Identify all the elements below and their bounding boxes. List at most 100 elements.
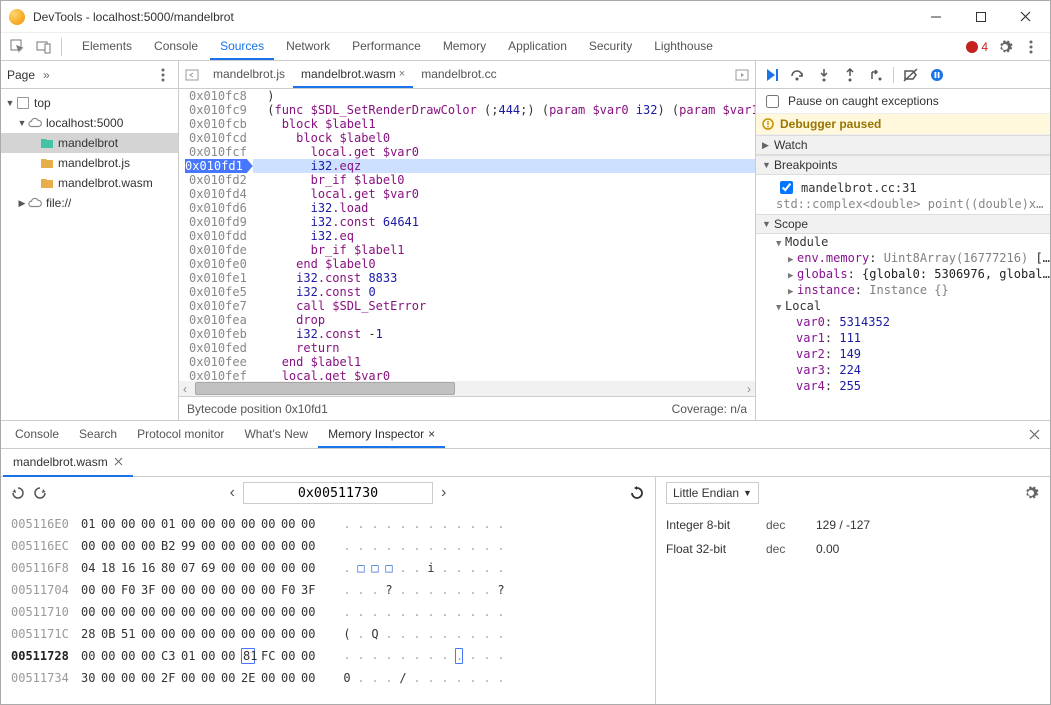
settings-gear-icon[interactable] xyxy=(996,38,1014,56)
gutter-line[interactable]: 0x010fc8 xyxy=(185,89,247,103)
tab-memory[interactable]: Memory xyxy=(433,33,496,60)
hex-row[interactable]: 00511734300000002F0000002E0000000.../...… xyxy=(11,667,645,689)
hex-row[interactable]: 005116E0010000000100000000000000........… xyxy=(11,513,645,535)
gutter-line[interactable]: 0x010fea xyxy=(185,313,247,327)
code-line[interactable]: (func $SDL_SetRenderDrawColor (;444;) (p… xyxy=(253,103,755,117)
hex-row[interactable]: 00511710000000000000000000000000........… xyxy=(11,601,645,623)
gutter-line[interactable]: 0x010fe0 xyxy=(185,257,247,271)
gutter-line[interactable]: 0x010fe5 xyxy=(185,285,247,299)
breakpoints-section[interactable]: ▼Breakpoints xyxy=(756,155,1050,175)
tab-sources[interactable]: Sources xyxy=(210,33,274,60)
value-settings-icon[interactable] xyxy=(1022,484,1040,502)
hex-row[interactable]: 005116EC00000000B299000000000000........… xyxy=(11,535,645,557)
tab-elements[interactable]: Elements xyxy=(72,33,142,60)
page-next-icon[interactable]: › xyxy=(441,484,446,502)
code-line[interactable]: drop xyxy=(253,313,755,327)
gutter-line[interactable]: 0x010feb xyxy=(185,327,247,341)
close-icon[interactable]: × xyxy=(399,68,405,80)
gutter-line[interactable]: 0x010fcf xyxy=(185,145,247,159)
tab-application[interactable]: Application xyxy=(498,33,577,60)
scope-var[interactable]: var2: 149 xyxy=(756,346,1050,362)
drawer-tab-protocol-monitor[interactable]: Protocol monitor xyxy=(127,421,234,448)
scope-var[interactable]: var4: 255 xyxy=(756,378,1050,394)
tab-performance[interactable]: Performance xyxy=(342,33,431,60)
endianness-select[interactable]: Little Endian▼ xyxy=(666,482,759,504)
code-line[interactable]: call $SDL_SetError xyxy=(253,299,755,313)
breakpoint-item[interactable]: mandelbrot.cc:31 std::complex<double> po… xyxy=(756,175,1050,214)
filetree-file-scheme[interactable]: ▶ file:// xyxy=(1,193,178,213)
code-line[interactable]: block $label1 xyxy=(253,117,755,131)
gutter-line[interactable]: 0x010fe1 xyxy=(185,271,247,285)
drawer-close-icon[interactable] xyxy=(1022,423,1046,447)
hex-row[interactable]: 0051171C280B51000000000000000000(.Q.....… xyxy=(11,623,645,645)
breakpoint-checkbox[interactable] xyxy=(780,181,793,194)
editor-tab-mandelbrot-js[interactable]: mandelbrot.js xyxy=(205,62,293,88)
tab-security[interactable]: Security xyxy=(579,33,642,60)
code-line[interactable]: i32.eq xyxy=(253,229,755,243)
code-line[interactable]: end $label1 xyxy=(253,355,755,369)
file-mandelbrot-wasm[interactable]: mandelbrot.wasm xyxy=(1,173,178,193)
step-over-button[interactable] xyxy=(786,63,810,87)
code-line[interactable]: i32.const 8833 xyxy=(253,271,755,285)
code-line[interactable]: br_if $label1 xyxy=(253,243,755,257)
close-icon[interactable] xyxy=(114,457,123,466)
gutter-line[interactable]: 0x010fef xyxy=(185,369,247,381)
tab-network[interactable]: Network xyxy=(276,33,340,60)
minimize-button[interactable] xyxy=(913,2,958,32)
close-icon[interactable]: × xyxy=(428,427,435,441)
history-forward-icon[interactable] xyxy=(33,486,47,500)
refresh-icon[interactable] xyxy=(629,485,645,501)
file-mandelbrot[interactable]: mandelbrot xyxy=(1,133,178,153)
scope-env[interactable]: ▶env.memory: Uint8Array(16777216) [101, … xyxy=(756,250,1050,266)
gutter-line[interactable]: 0x010fed xyxy=(185,341,247,355)
gutter-line[interactable]: 0x010fee xyxy=(185,355,247,369)
device-mode-icon[interactable] xyxy=(31,34,57,60)
page-tab[interactable]: Page xyxy=(7,68,35,82)
tab-lighthouse[interactable]: Lighthouse xyxy=(644,33,723,60)
page-prev-icon[interactable]: ‹ xyxy=(230,484,235,502)
editor-horizontal-scrollbar[interactable]: ‹ › xyxy=(179,381,755,396)
deactivate-breakpoints-button[interactable] xyxy=(899,63,923,87)
code-line[interactable]: local.get $var0 xyxy=(253,187,755,201)
more-tabs-icon[interactable]: » xyxy=(43,68,50,82)
step-out-button[interactable] xyxy=(838,63,862,87)
scope-local[interactable]: ▼Local xyxy=(756,298,1050,314)
gutter-line[interactable]: 0x010fcb xyxy=(185,117,247,131)
code-line[interactable]: block $label0 xyxy=(253,131,755,145)
close-button[interactable] xyxy=(1003,2,1048,32)
gutter-line[interactable]: 0x010fe7 xyxy=(185,299,247,313)
scope-var[interactable]: var1: 111 xyxy=(756,330,1050,346)
code-line[interactable]: return xyxy=(253,341,755,355)
code-line[interactable]: i32.const -1 xyxy=(253,327,755,341)
filetree-host[interactable]: ▼ localhost:5000 xyxy=(1,113,178,133)
code-line[interactable]: ) xyxy=(253,89,755,103)
inspect-icon[interactable] xyxy=(5,34,31,60)
scope-var[interactable]: var3: 224 xyxy=(756,362,1050,378)
more-menu-icon[interactable] xyxy=(1022,38,1040,56)
gutter-line[interactable]: 0x010fd4 xyxy=(185,187,247,201)
code-line[interactable]: i32.eqz xyxy=(253,159,755,173)
memory-address-input[interactable] xyxy=(243,482,433,504)
gutter-line[interactable]: 0x010fdd xyxy=(185,229,247,243)
gutter-line[interactable]: 0x010fde xyxy=(185,243,247,257)
gutter-line[interactable]: 0x010fd9 xyxy=(185,215,247,229)
hex-row[interactable]: 0051172800000000C301000081FC0000........… xyxy=(11,645,645,667)
editor-nav-back-icon[interactable] xyxy=(179,68,205,82)
file-mandelbrot-js[interactable]: mandelbrot.js xyxy=(1,153,178,173)
scope-section[interactable]: ▼Scope xyxy=(756,214,1050,234)
pause-exceptions-button[interactable] xyxy=(925,63,949,87)
navigator-menu-icon[interactable] xyxy=(154,66,172,84)
scope-var[interactable]: var0: 5314352 xyxy=(756,314,1050,330)
tab-console[interactable]: Console xyxy=(144,33,208,60)
code-line[interactable]: i32.const 0 xyxy=(253,285,755,299)
code-line[interactable]: i32.load xyxy=(253,201,755,215)
filetree-top[interactable]: ▼ top xyxy=(1,93,178,113)
scope-module[interactable]: ▼Module xyxy=(756,234,1050,250)
gutter-line[interactable]: 0x010fd2 xyxy=(185,173,247,187)
gutter-line[interactable]: 0x010fd1 xyxy=(185,159,253,173)
code-line[interactable]: end $label0 xyxy=(253,257,755,271)
editor-tab-mandelbrot-wasm[interactable]: mandelbrot.wasm× xyxy=(293,62,413,88)
drawer-tab-memory-inspector[interactable]: Memory Inspector× xyxy=(318,421,445,448)
scope-globals[interactable]: ▶globals: {global0: 5306976, global1: 65… xyxy=(756,266,1050,282)
gutter-line[interactable]: 0x010fc9 xyxy=(185,103,247,117)
